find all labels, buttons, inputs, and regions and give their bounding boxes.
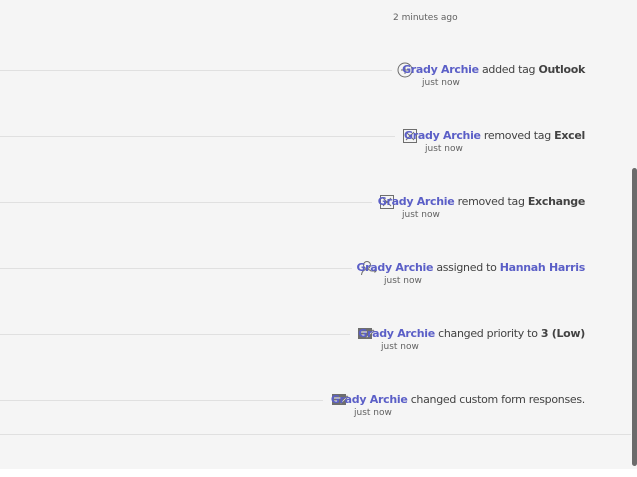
action-text: removed tag <box>483 129 551 142</box>
activity-time: just now <box>384 276 422 286</box>
activity-item: Grady Archie added tag Outlook just now <box>0 61 585 97</box>
divider <box>0 334 350 335</box>
divider <box>0 202 372 203</box>
divider <box>0 400 323 401</box>
activity-time: just now <box>354 408 392 418</box>
tag-name: Excel <box>554 129 585 142</box>
divider <box>0 136 395 137</box>
user-link[interactable]: Grady Archie <box>402 63 479 76</box>
activity-panel: 2 minutes ago Grady Archie added tag Out… <box>0 0 637 469</box>
vertical-scrollbar[interactable] <box>632 168 637 466</box>
assignee-link[interactable]: Hannah Harris <box>500 261 586 274</box>
activity-item: Grady Archie assigned to Hannah Harris j… <box>0 259 585 295</box>
activity-time: just now <box>402 210 440 220</box>
action-text: changed priority to <box>438 327 538 340</box>
activity-item: Grady Archie changed custom form respons… <box>0 391 585 427</box>
divider <box>0 268 352 269</box>
divider <box>0 434 631 435</box>
action-text: assigned to <box>436 261 497 274</box>
user-link[interactable]: Grady Archie <box>358 327 435 340</box>
activity-text: Grady Archie added tag Outlook <box>402 63 585 77</box>
activity-item: Grady Archie removed tag Excel just now <box>0 127 585 163</box>
divider <box>0 70 392 71</box>
activity-text: Grady Archie changed priority to 3 (Low) <box>358 327 585 341</box>
user-link[interactable]: Grady Archie <box>378 195 455 208</box>
priority-value: 3 (Low) <box>540 327 585 340</box>
activity-text: Grady Archie removed tag Excel <box>404 129 585 143</box>
activity-text: Grady Archie assigned to Hannah Harris <box>356 261 585 275</box>
tag-name: Exchange <box>527 195 585 208</box>
activity-text: Grady Archie removed tag Exchange <box>378 195 586 209</box>
header-timestamp: 2 minutes ago <box>393 13 458 23</box>
user-link[interactable]: Grady Archie <box>356 261 433 274</box>
activity-item: Grady Archie removed tag Exchange just n… <box>0 193 585 229</box>
activity-text: Grady Archie changed custom form respons… <box>331 393 585 407</box>
action-text: removed tag <box>457 195 525 208</box>
action-text: added tag <box>481 63 536 76</box>
activity-time: just now <box>425 144 463 154</box>
tag-name: Outlook <box>538 63 585 76</box>
activity-time: just now <box>422 78 460 88</box>
action-text: changed custom form responses. <box>410 393 586 406</box>
activity-time: just now <box>381 342 419 352</box>
activity-item: Grady Archie changed priority to 3 (Low)… <box>0 325 585 361</box>
user-link[interactable]: Grady Archie <box>331 393 408 406</box>
user-link[interactable]: Grady Archie <box>404 129 481 142</box>
